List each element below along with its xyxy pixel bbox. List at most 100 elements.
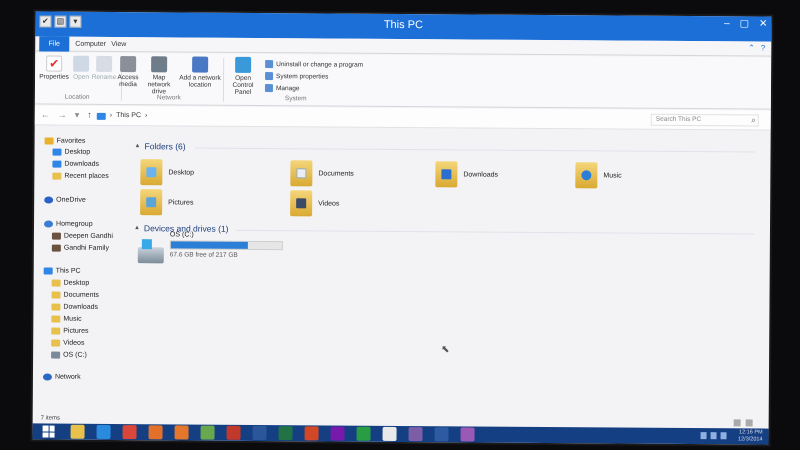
collapse-chevron-icon[interactable]: ▲ (134, 225, 140, 231)
tab-view[interactable]: View (107, 37, 130, 52)
other-icon[interactable] (460, 427, 475, 442)
properties-icon: ✔ (46, 55, 63, 72)
file-explorer-icon[interactable] (70, 424, 85, 439)
nav-label: Desktop (63, 279, 90, 287)
minimize-ribbon-icon[interactable]: ⌃ (748, 43, 755, 52)
details-view-icon[interactable] (733, 419, 741, 427)
system-properties-button[interactable]: System properties (265, 72, 328, 81)
breadcrumb[interactable]: › This PC › (96, 109, 148, 123)
hard-drive-icon (137, 239, 164, 264)
tab-computer[interactable]: Computer (71, 37, 110, 52)
folder-music[interactable]: Music (575, 162, 622, 189)
word-icon[interactable] (252, 425, 267, 441)
nav-label: Documents (63, 291, 99, 299)
nav-thispc-videos[interactable]: Videos (51, 339, 84, 347)
manage-button[interactable]: Manage (264, 84, 300, 93)
search-input[interactable]: Search This PC ⌕ (650, 113, 759, 127)
close-button[interactable]: ✕ (759, 18, 767, 29)
collapse-chevron-icon[interactable]: ▲ (135, 143, 141, 149)
nav-favorites-recent[interactable]: Recent places (52, 172, 109, 180)
large-icons-view-icon[interactable] (745, 419, 753, 427)
folder-label: Desktop (168, 168, 195, 177)
battery-tray-icon[interactable] (720, 432, 727, 440)
drive-os-c-icon-wrap[interactable] (137, 239, 164, 264)
open-control-panel-label: Open Control Panel (232, 74, 254, 96)
forward-arrow-icon[interactable]: → (58, 110, 67, 121)
media-icon[interactable] (382, 426, 397, 441)
onenote-icon[interactable] (330, 426, 345, 441)
access-media-button[interactable]: Access media (117, 56, 139, 88)
nav-homegroup-user[interactable]: Gandhi Family (51, 244, 109, 252)
nav-thispc-desktop[interactable]: Desktop (51, 279, 90, 287)
powerpoint-icon[interactable] (304, 426, 319, 441)
folder-icon (140, 189, 163, 216)
folder-label: Downloads (463, 170, 499, 179)
nav-label: Music (63, 315, 82, 323)
nav-thispc-downloads[interactable]: Downloads (51, 303, 98, 311)
nav-favorites[interactable]: Favorites (44, 137, 85, 145)
nav-homegroup-user[interactable]: Deepen Gandhi (51, 232, 113, 240)
rename-label: Rename (91, 73, 117, 82)
uninstall-button[interactable]: Uninstall or change a program (265, 60, 363, 69)
nav-this-pc[interactable]: This PC (43, 267, 81, 275)
open-button[interactable]: Open (71, 55, 91, 81)
manage-label: Manage (275, 84, 300, 92)
volume-tray-icon[interactable] (710, 432, 717, 440)
itunes-icon[interactable] (226, 425, 241, 440)
picasa-icon[interactable] (200, 425, 215, 440)
drive-label: OS (C:) (169, 231, 194, 239)
internet-explorer-icon[interactable] (96, 424, 111, 439)
open-label: Open (73, 73, 90, 81)
drive-os-c[interactable]: OS (C:) 67.6 GB free of 217 GB (170, 231, 283, 259)
folder-videos[interactable]: Videos (290, 190, 339, 217)
drive-usage-bar (169, 240, 283, 251)
nav-label: Network (54, 373, 81, 381)
minimize-button[interactable]: – (724, 18, 730, 29)
recent-locations-icon[interactable]: ▾ (75, 110, 80, 121)
nav-thispc-documents[interactable]: Documents (51, 291, 99, 299)
rename-button[interactable]: Rename (91, 55, 117, 82)
nav-thispc-music[interactable]: Music (51, 315, 82, 323)
breadcrumb-separator-icon: › (109, 111, 113, 119)
nav-favorites-downloads[interactable]: Downloads (52, 160, 99, 168)
nav-homegroup[interactable]: Homegroup (43, 220, 93, 228)
tab-file[interactable]: File (39, 36, 70, 52)
clock[interactable]: 12:16 PM 12/3/2014 (738, 429, 763, 443)
nav-label: Recent places (64, 172, 109, 180)
folder-desktop[interactable]: Desktop (140, 159, 195, 186)
games-icon[interactable] (408, 427, 423, 442)
nav-thispc-pictures[interactable]: Pictures (51, 327, 89, 335)
map-network-drive-button[interactable]: Map network drive (141, 56, 177, 95)
start-button[interactable] (42, 425, 55, 438)
folder-downloads[interactable]: Downloads (435, 161, 499, 188)
network-tray-icon[interactable] (700, 432, 707, 440)
folders-section-header[interactable]: ▲ Folders (6) (135, 141, 186, 151)
help-icon[interactable]: ? (761, 44, 766, 53)
folders-header-label: Folders (6) (144, 141, 186, 152)
breadcrumb-this-pc[interactable]: This PC (116, 109, 141, 123)
properties-label: Properties (39, 73, 69, 81)
folder-documents[interactable]: Documents (290, 160, 354, 187)
maximize-button[interactable]: ▢ (740, 18, 750, 29)
properties-button[interactable]: ✔ Properties (39, 55, 69, 81)
network-location-icon (192, 56, 209, 73)
add-network-location-button[interactable]: Add a network location (179, 56, 221, 89)
excel-icon[interactable] (278, 426, 293, 441)
open-control-panel-button[interactable]: Open Control Panel (225, 56, 261, 96)
virtualbox-icon[interactable] (434, 427, 449, 442)
folder-pictures[interactable]: Pictures (140, 189, 193, 216)
search-icon[interactable]: ⌕ (751, 115, 756, 125)
nav-network[interactable]: Network (42, 373, 81, 381)
nav-thispc-drive[interactable]: OS (C:) (51, 351, 87, 359)
media-player-icon[interactable] (174, 425, 189, 440)
rename-icon (96, 55, 113, 72)
chrome-icon[interactable] (122, 425, 137, 440)
back-arrow-icon[interactable]: ← (41, 109, 50, 120)
content-pane: ▲ Folders (6) Desktop Documents Download… (129, 127, 761, 421)
firefox-icon[interactable] (148, 425, 163, 440)
uninstall-icon (265, 60, 274, 69)
up-arrow-icon[interactable]: ↑ (87, 110, 92, 121)
store-icon[interactable] (356, 426, 371, 441)
nav-favorites-desktop[interactable]: Desktop (52, 148, 90, 156)
nav-onedrive[interactable]: OneDrive (44, 196, 86, 204)
